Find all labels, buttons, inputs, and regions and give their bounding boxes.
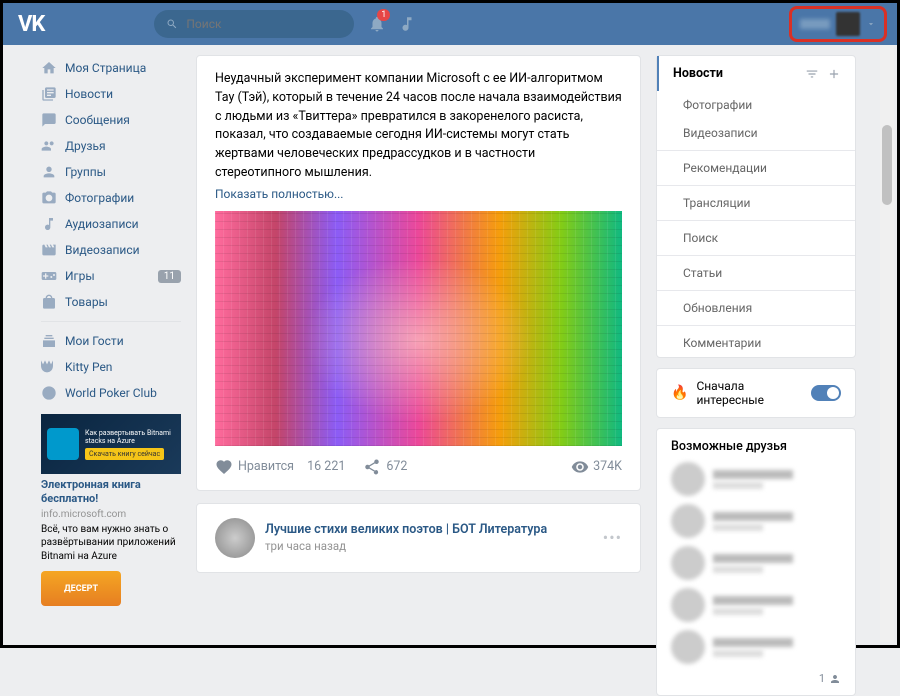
nav-photos[interactable]: Фотографии: [41, 185, 181, 211]
post-1: Неудачный эксперимент компании Microsoft…: [196, 55, 641, 491]
filter-search[interactable]: Поиск: [657, 224, 855, 252]
fire-icon: 🔥: [671, 385, 688, 401]
sort-label: Сначала интересные: [696, 379, 803, 407]
main-feed: Неудачный эксперимент компании Microsoft…: [196, 55, 641, 635]
search-input[interactable]: [186, 17, 342, 31]
share-button[interactable]: 672: [363, 458, 407, 476]
person-icon: [829, 673, 841, 685]
filter-photos[interactable]: Фотографии: [657, 91, 855, 119]
nav-friends[interactable]: Друзья: [41, 133, 181, 159]
filter-updates[interactable]: Обновления: [657, 294, 855, 322]
friend-suggestion[interactable]: [671, 588, 841, 622]
nav-goods[interactable]: Товары: [41, 289, 181, 315]
friend-suggestion[interactable]: [671, 630, 841, 664]
right-sidebar: Новости Фотографии Видеозаписи Рекоменда…: [656, 55, 856, 635]
sort-toggle[interactable]: [811, 385, 841, 401]
post-image[interactable]: [215, 211, 622, 446]
post-more-icon[interactable]: •••: [603, 528, 622, 547]
search-box[interactable]: [154, 10, 354, 38]
news-filters: Новости Фотографии Видеозаписи Рекоменда…: [656, 55, 856, 358]
chevron-down-icon: [866, 19, 876, 29]
games-count-badge: 11: [158, 270, 181, 283]
friend-suggestion[interactable]: [671, 546, 841, 580]
topbar: VK 1: [3, 3, 897, 45]
scroll-thumb[interactable]: [882, 125, 892, 205]
post-footer: Нравится 16 221 672 374K: [215, 458, 622, 476]
nav-games[interactable]: Игры11: [41, 263, 181, 289]
left-nav: Моя Страница Новости Сообщения Друзья Гр…: [41, 55, 181, 635]
post-avatar[interactable]: [215, 518, 255, 558]
scrollbar[interactable]: [880, 45, 894, 642]
like-button[interactable]: Нравится 16 221: [215, 458, 345, 476]
ad-description: Всё, что вам нужно знать о развёртывании…: [41, 523, 181, 564]
filter-articles[interactable]: Статьи: [657, 259, 855, 287]
filter-tab-news[interactable]: Новости: [657, 56, 855, 91]
nav-my-page[interactable]: Моя Страница: [41, 55, 181, 81]
post-2: Лучшие стихи великих поэтов | БОТ Литера…: [196, 503, 641, 573]
plus-icon[interactable]: [827, 67, 841, 81]
notif-badge: 1: [377, 9, 390, 21]
share-icon: [363, 458, 381, 476]
filter-streams[interactable]: Трансляции: [657, 189, 855, 217]
post-author-link[interactable]: Лучшие стихи великих поэтов | БОТ Литера…: [265, 522, 547, 537]
ad-title: Электронная книга бесплатно!: [41, 478, 181, 507]
friends-count[interactable]: 1: [671, 672, 841, 685]
sort-box: 🔥 Сначала интересные: [656, 368, 856, 418]
show-more-link[interactable]: Показать полностью...: [215, 187, 622, 201]
filter-videos[interactable]: Видеозаписи: [657, 119, 855, 147]
ad-image: Как развертывать Bitnami stacks на Azure…: [41, 414, 181, 474]
search-icon: [166, 17, 178, 31]
app-poker[interactable]: World Poker Club: [41, 380, 181, 406]
friends-title: Возможные друзья: [671, 439, 841, 454]
nav-news[interactable]: Новости: [41, 81, 181, 107]
filter-recommendations[interactable]: Рекомендации: [657, 154, 855, 182]
nav-messages[interactable]: Сообщения: [41, 107, 181, 133]
app-guests[interactable]: Мои Гости: [41, 328, 181, 354]
eye-icon: [571, 458, 589, 476]
ad-domain: info.microsoft.com: [41, 509, 181, 520]
notifications-icon[interactable]: 1: [362, 9, 392, 39]
profile-menu[interactable]: [789, 6, 887, 42]
nav-audio[interactable]: Аудиозаписи: [41, 211, 181, 237]
ad-block[interactable]: Как развертывать Bitnami stacks на Azure…: [41, 414, 181, 606]
friend-suggestion[interactable]: [671, 504, 841, 538]
ad-dessert[interactable]: ДЕСЕРТ: [41, 571, 121, 606]
heart-icon: [215, 458, 233, 476]
nav-video[interactable]: Видеозаписи: [41, 237, 181, 263]
filter-icon[interactable]: [805, 67, 819, 81]
friend-suggestion[interactable]: [671, 462, 841, 496]
music-icon[interactable]: [392, 9, 422, 39]
profile-name-blur: [800, 19, 830, 29]
app-kitty[interactable]: Kitty Pen: [41, 354, 181, 380]
post-text: Неудачный эксперимент компании Microsoft…: [215, 70, 622, 183]
filter-comments[interactable]: Комментарии: [657, 329, 855, 357]
vk-logo[interactable]: VK: [18, 12, 44, 37]
profile-avatar: [836, 12, 860, 36]
post-timestamp: три часа назад: [265, 539, 547, 553]
views-count: 374K: [571, 458, 622, 476]
nav-groups[interactable]: Группы: [41, 159, 181, 185]
possible-friends: Возможные друзья 1: [656, 428, 856, 696]
nav-separator: [41, 321, 181, 322]
